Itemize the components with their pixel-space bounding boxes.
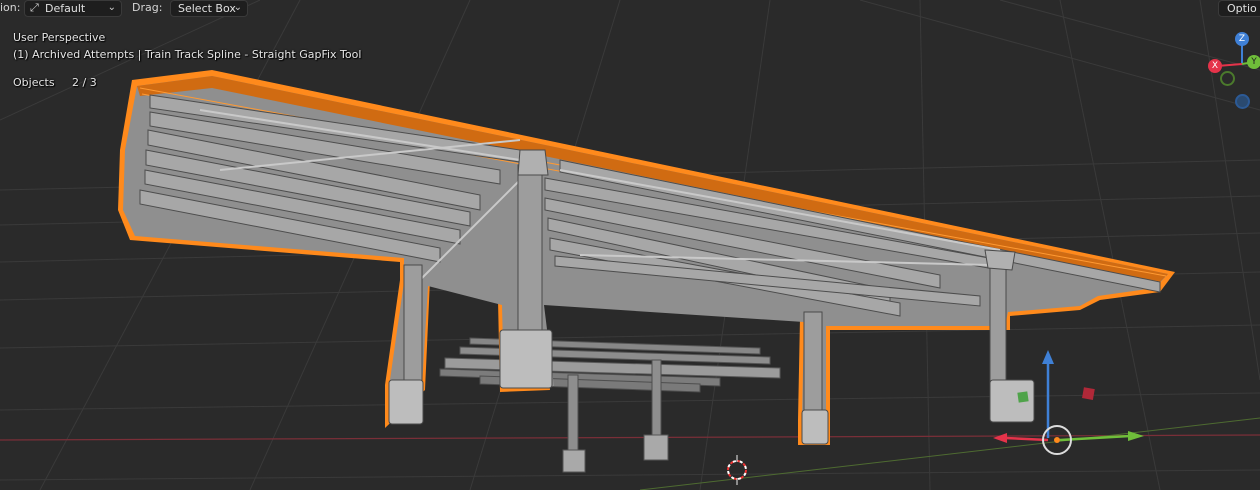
objects-count: 2 / 3: [72, 76, 97, 89]
3d-viewport[interactable]: ion: ⤢ Default ⌄ Drag: Select Box ⌄ Opti…: [0, 0, 1260, 490]
transform-orientation-icon: ⤢: [30, 1, 39, 14]
gizmo-x-arrowhead-icon[interactable]: [993, 433, 1007, 443]
gizmo-y-letter: Y: [1251, 57, 1257, 67]
drag-dropdown[interactable]: Select Box ⌄: [170, 0, 248, 17]
gizmo-z-ball[interactable]: Z: [1235, 32, 1249, 46]
navigation-gizmo[interactable]: Z X Y: [1200, 28, 1260, 118]
gizmo-plane-handle-yz[interactable]: [1017, 391, 1029, 403]
orientation-value: Default: [45, 2, 86, 15]
3d-cursor-icon[interactable]: [727, 455, 747, 485]
y-axis-line: [639, 417, 1260, 490]
background-bridge[interactable]: [439, 337, 781, 473]
gizmo-x-arrow[interactable]: [1004, 436, 1049, 442]
options-label: Optio: [1227, 2, 1257, 15]
objects-label: Objects: [13, 76, 55, 89]
drag-value: Select Box: [178, 2, 236, 15]
viewport-scene[interactable]: [0, 0, 1260, 490]
collection-info: (1) Archived Attempts | Train Track Spli…: [13, 48, 362, 61]
gizmo-y-ball[interactable]: Y: [1247, 55, 1260, 69]
gizmo-x-ball[interactable]: X: [1208, 59, 1222, 73]
gizmo-z-letter: Z: [1238, 34, 1246, 44]
gizmo-plane-handle-xz[interactable]: [1082, 387, 1095, 400]
object-origin-dot: [1054, 437, 1060, 443]
gizmo-z-arrowhead-icon[interactable]: [1042, 350, 1054, 364]
viewport-header: ion: ⤢ Default ⌄ Drag: Select Box ⌄ Opti…: [0, 0, 1260, 18]
drag-label: Drag:: [132, 1, 163, 14]
orientation-dropdown[interactable]: ⤢ Default ⌄: [24, 0, 122, 17]
gizmo-x-letter: X: [1211, 61, 1219, 71]
options-dropdown[interactable]: Optio: [1218, 0, 1260, 17]
view-name: User Perspective: [13, 31, 106, 44]
gizmo-neg-y-ball[interactable]: [1220, 71, 1235, 86]
gizmo-neg-z-ball[interactable]: [1235, 94, 1250, 109]
chevron-down-icon: ⌄: [233, 2, 242, 13]
chevron-down-icon: ⌄: [107, 2, 116, 13]
orientation-label: ion:: [0, 1, 21, 14]
